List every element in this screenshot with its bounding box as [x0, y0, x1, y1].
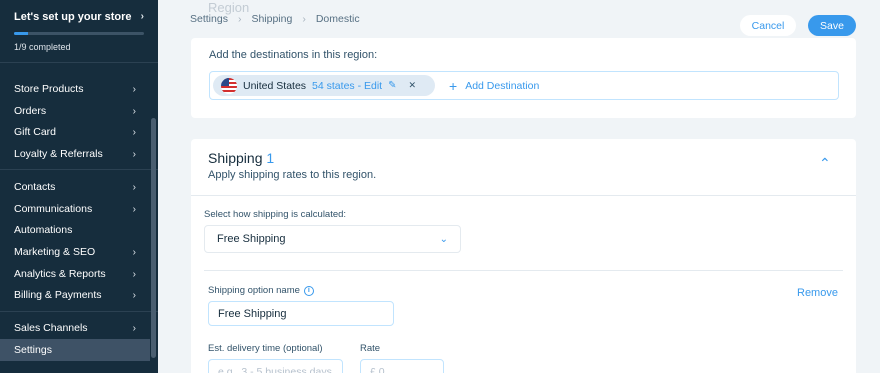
setup-progress-bar: [14, 32, 144, 35]
destinations-field[interactable]: United States 54 states - Edit ✎ ✕ + Add…: [209, 71, 839, 100]
shipping-count: 1: [266, 150, 275, 166]
sidebar-item-automations[interactable]: Automations: [0, 219, 150, 241]
breadcrumb-domestic: Domestic: [315, 13, 360, 25]
shipping-method-value: Free Shipping: [217, 233, 286, 245]
sidebar-item-orders[interactable]: Orders ›: [0, 100, 150, 122]
cancel-button[interactable]: Cancel: [740, 15, 796, 36]
sidebar-item-label: Contacts: [14, 181, 56, 193]
section-divider: [204, 270, 843, 271]
sidebar-item-label: Settings: [14, 344, 52, 356]
sidebar-item-analytics-reports[interactable]: Analytics & Reports ›: [0, 263, 150, 285]
add-destination-button[interactable]: + Add Destination: [449, 79, 539, 93]
option-name-label-text: Shipping option name: [208, 285, 300, 296]
sidebar-item-label: Loyalty & Referrals: [14, 148, 103, 160]
sidebar-item-store-products[interactable]: Store Products ›: [0, 78, 150, 100]
setup-progress-text: 1/9 completed: [14, 42, 71, 52]
sidebar-scrollbar[interactable]: [151, 118, 156, 358]
sidebar-item-label: Automations: [14, 224, 73, 236]
rate-label: Rate: [360, 343, 381, 354]
sidebar-item-settings[interactable]: Settings: [0, 339, 150, 361]
sidebar-divider: [0, 169, 158, 170]
chevron-right-icon: ›: [132, 268, 136, 280]
sidebar-divider: [0, 311, 158, 312]
card-divider: [191, 195, 856, 196]
region-card: Add the destinations in this region: Uni…: [191, 38, 856, 118]
chevron-right-icon: ›: [132, 148, 136, 160]
sidebar-item-contacts[interactable]: Contacts ›: [0, 176, 150, 198]
destination-chip[interactable]: United States 54 states - Edit ✎ ✕: [213, 75, 435, 96]
sidebar-item-billing-payments[interactable]: Billing & Payments ›: [0, 284, 150, 306]
sidebar-item-label: Marketing & SEO: [14, 246, 96, 258]
breadcrumb-shipping[interactable]: Shipping: [251, 13, 292, 25]
chevron-right-icon: ›: [132, 83, 136, 95]
chevron-up-icon[interactable]: ⌃: [819, 155, 831, 172]
chevron-right-icon: ›: [132, 203, 136, 215]
calc-label: Select how shipping is calculated:: [204, 209, 347, 220]
save-button[interactable]: Save: [808, 15, 856, 36]
option-name-input[interactable]: Free Shipping: [208, 301, 394, 326]
edit-states-link[interactable]: 54 states - Edit: [312, 80, 382, 92]
chevron-right-icon: ›: [132, 322, 136, 334]
chevron-right-icon: ›: [132, 246, 136, 258]
chevron-right-icon: ›: [132, 105, 136, 117]
sidebar-item-communications[interactable]: Communications ›: [0, 198, 150, 220]
chevron-right-icon: ›: [132, 126, 136, 138]
sidebar-item-label: Billing & Payments: [14, 289, 102, 301]
sidebar-item-marketing-seo[interactable]: Marketing & SEO ›: [0, 241, 150, 263]
chevron-right-icon: ›: [302, 13, 306, 25]
sidebar: Let's set up your store › 1/9 completed …: [0, 0, 158, 373]
chevron-down-icon: ⌄: [439, 233, 448, 245]
chevron-right-icon: ›: [140, 11, 144, 22]
rate-input[interactable]: £ 0: [360, 359, 444, 373]
chevron-right-icon: ›: [132, 289, 136, 301]
info-icon[interactable]: i: [303, 285, 314, 296]
shipping-title-text: Shipping: [208, 150, 263, 166]
shipping-card: Shipping 1 Apply shipping rates to this …: [191, 139, 856, 373]
breadcrumb-settings[interactable]: Settings: [190, 13, 228, 25]
pencil-icon[interactable]: ✎: [388, 80, 396, 91]
add-destination-label: Add Destination: [465, 80, 540, 92]
sidebar-item-sales-channels[interactable]: Sales Channels ›: [0, 317, 150, 339]
shipping-title: Shipping 1: [208, 150, 274, 166]
setup-widget[interactable]: Let's set up your store › 1/9 completed: [14, 11, 144, 52]
remove-button[interactable]: Remove: [797, 287, 838, 299]
shipping-subtitle: Apply shipping rates to this region.: [208, 169, 377, 181]
sidebar-divider: [0, 62, 158, 63]
shipping-method-select[interactable]: Free Shipping ⌄: [204, 225, 461, 253]
sidebar-item-label: Orders: [14, 105, 47, 117]
sidebar-item-gift-card[interactable]: Gift Card ›: [0, 121, 150, 143]
sidebar-item-label: Sales Channels: [14, 322, 88, 334]
sidebar-item-label: Analytics & Reports: [14, 268, 106, 280]
sidebar-item-loyalty-referrals[interactable]: Loyalty & Referrals ›: [0, 143, 150, 165]
sidebar-item-label: Store Products: [14, 83, 84, 95]
delivery-time-label: Est. delivery time (optional): [208, 343, 323, 354]
chevron-right-icon: ›: [237, 13, 242, 25]
setup-title: Let's set up your store: [14, 11, 132, 23]
us-flag-icon: [221, 77, 237, 94]
sidebar-item-label: Gift Card: [14, 126, 57, 138]
destinations-label: Add the destinations in this region:: [209, 49, 378, 61]
chevron-right-icon: ›: [132, 181, 136, 193]
close-icon[interactable]: ✕: [408, 80, 416, 91]
option-name-label: Shipping option name i: [208, 285, 314, 296]
setup-progress-fill: [14, 32, 29, 35]
breadcrumb: Settings › Shipping › Domestic: [190, 13, 360, 25]
sidebar-item-label: Communications: [14, 203, 93, 215]
destination-country: United States: [243, 79, 307, 92]
plus-icon: +: [449, 78, 458, 94]
delivery-time-input[interactable]: e.g., 3 - 5 business days: [208, 359, 343, 373]
